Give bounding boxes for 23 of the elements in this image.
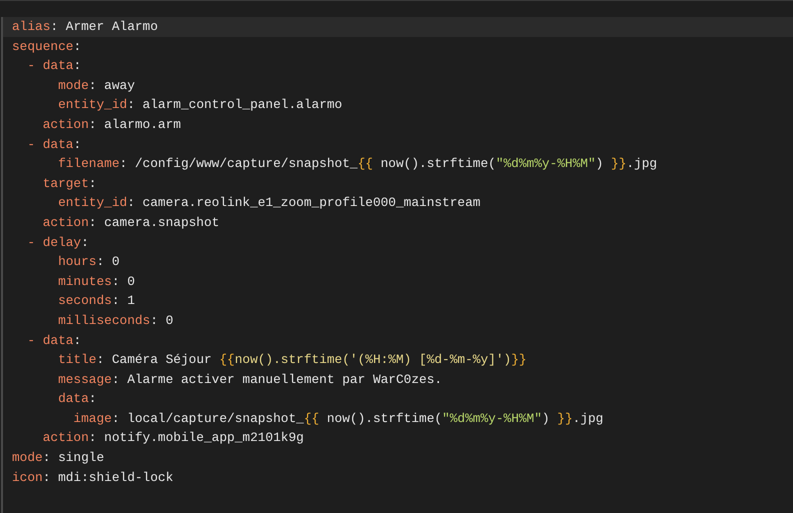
code-line: action: alarmo.arm [42, 116, 182, 134]
code-line: icon: mdi:shield-lock [11, 468, 174, 487]
code-line: title: Caméra Séjour {{now().strftime('(%H:%M) [%d-%m-%y]')}} [57, 351, 528, 370]
code-line: mode: single [11, 449, 106, 468]
code-line: filename: /config/www/capture/snapshot_{{ now().strftime("%d%m%y-%H%M") }}.jpg [57, 155, 658, 174]
code-line: seconds: 1 [57, 292, 136, 310]
code-line: image: local/capture/snapshot_{{ now().strftime("%d%m%y-%H%M") }}.jpg [72, 410, 604, 428]
code-line: message: Alarme activer manuellement par WarC0zes. [57, 370, 444, 389]
code-line: target: [42, 174, 98, 193]
code-line: action: camera.snapshot [42, 214, 220, 232]
code-line: minutes: 0 [57, 272, 136, 291]
code-line: data: [57, 390, 98, 408]
code-line: sequence: [11, 38, 82, 56]
code-line: entity_id: camera.reolink_e1_zoom_profile000_mainstream [57, 194, 482, 212]
code-line: mode: away [57, 76, 136, 95]
code-line: - data: [26, 57, 82, 76]
code-line: action: notify.mobile_app_m2101k9g [42, 429, 305, 448]
code-line: - delay: [26, 234, 90, 252]
code-line: entity_id: alarm_control_panel.alarmo [57, 96, 344, 114]
code-line: milliseconds: 0 [57, 312, 174, 330]
code-line: - data: [26, 136, 82, 154]
code-line: - data: [26, 332, 82, 350]
code-line: hours: 0 [57, 253, 121, 272]
